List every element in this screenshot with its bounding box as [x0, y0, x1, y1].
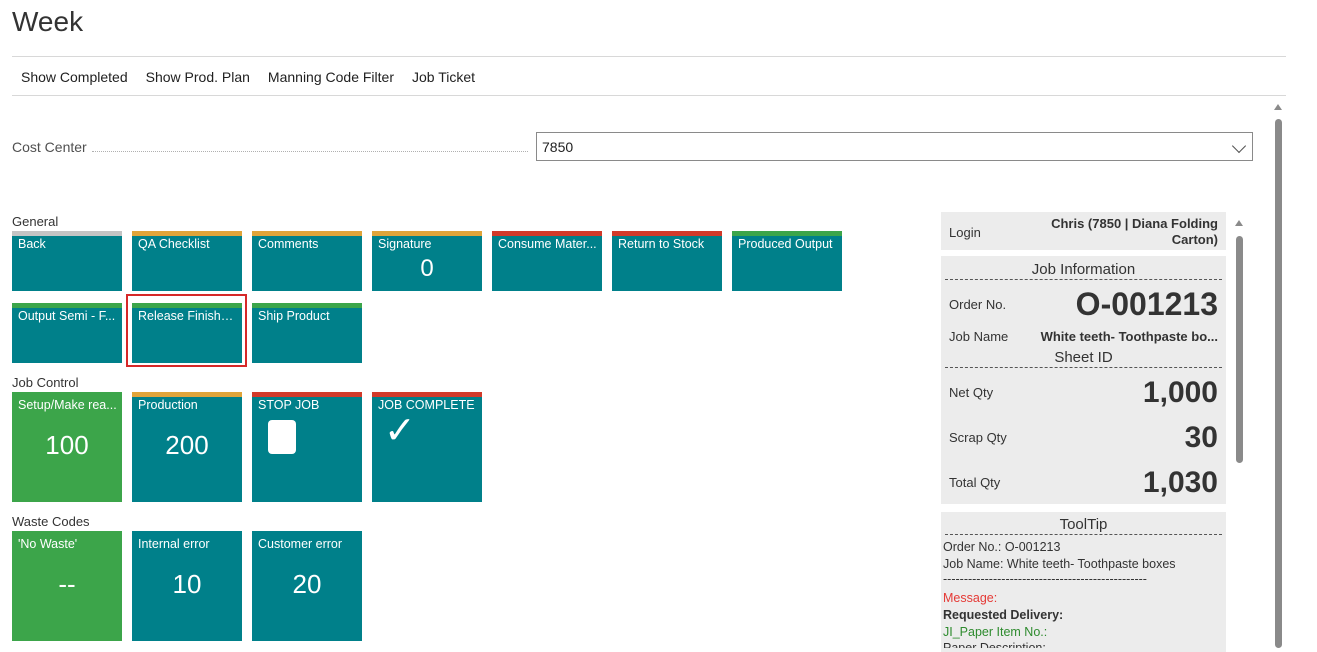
- tile-value: 20: [292, 569, 322, 599]
- cost-center-select[interactable]: 7850: [536, 132, 1253, 161]
- net-qty-label: Net Qty: [949, 385, 994, 400]
- order-no-value: O-001213: [1075, 286, 1218, 322]
- tile-status-bar: [732, 231, 842, 236]
- tile-status-bar: [612, 231, 722, 236]
- tile-output-semi[interactable]: Output Semi - F...: [12, 303, 122, 363]
- tile-signature[interactable]: Signature 0: [372, 231, 482, 291]
- total-qty-value: 1,030: [1142, 466, 1218, 499]
- scrap-qty-label: Scrap Qty: [949, 430, 1007, 445]
- tile-internal-error[interactable]: Internal error 10: [132, 531, 242, 641]
- tile-return-to-stock[interactable]: Return to Stock: [612, 231, 722, 291]
- group-label-general: General: [12, 214, 59, 229]
- sheet-id-title: Sheet ID: [1054, 349, 1113, 366]
- section-divider: [945, 367, 1222, 368]
- tile-label: Consume Mater...: [498, 237, 597, 251]
- tile-status-bar: [252, 392, 362, 397]
- tile-label: Customer error: [258, 537, 343, 551]
- order-no-label: Order No.: [949, 297, 1007, 312]
- tile-status-bar: [252, 231, 362, 236]
- cost-center-value: 7850: [542, 139, 574, 155]
- net-qty-value: 1,000: [1142, 376, 1218, 409]
- tile-label: Back: [18, 237, 46, 251]
- tooltip-title: ToolTip: [1059, 516, 1108, 533]
- tile-stop-job[interactable]: STOP JOB: [252, 392, 362, 502]
- tile-status-bar: [252, 303, 362, 308]
- tile-qa-checklist[interactable]: QA Checklist: [132, 231, 242, 291]
- tooltip-paper-description: Paper Description:: [943, 641, 1046, 648]
- tile-status-bar: [372, 231, 482, 236]
- tile-job-complete[interactable]: JOB COMPLETE ✓: [372, 392, 482, 502]
- tile-status-bar: [12, 303, 122, 308]
- tooltip-order-line: Order No.: O-001213: [943, 540, 1061, 554]
- tooltip-message-label: Message:: [943, 591, 998, 605]
- tile-status-bar: [132, 231, 242, 236]
- job-ticket-action[interactable]: Job Ticket: [403, 69, 484, 85]
- tile-label: Return to Stock: [618, 237, 705, 251]
- tile-setup-make-ready[interactable]: Setup/Make rea... 100: [12, 392, 122, 502]
- tile-label: Produced Output: [738, 237, 833, 251]
- tile-value: 10: [172, 569, 202, 599]
- job-information-title: Job Information: [1031, 261, 1136, 278]
- tile-customer-error[interactable]: Customer error 20: [252, 531, 362, 641]
- tile-label: 'No Waste': [18, 537, 78, 551]
- action-bar: Show Completed Show Prod. Plan Manning C…: [12, 58, 1286, 96]
- tile-label: Production: [138, 398, 198, 412]
- tile-ship-product[interactable]: Ship Product: [252, 303, 362, 363]
- tile-status-bar: [132, 392, 242, 397]
- tile-value: 100: [45, 430, 89, 460]
- tooltip-requested-delivery: Requested Delivery:: [943, 608, 1064, 622]
- login-label: Login: [949, 225, 981, 240]
- cost-center-label: Cost Center: [12, 139, 87, 155]
- tile-label: QA Checklist: [138, 237, 210, 251]
- tooltip-paper-item: JI_Paper Item No.:: [943, 625, 1048, 639]
- job-name-value: White teeth- Toothpaste bo...: [1040, 329, 1218, 344]
- field-dotted-leader: [92, 151, 528, 152]
- job-name-label: Job Name: [949, 329, 1009, 344]
- tile-label: Setup/Make rea...: [18, 398, 117, 412]
- page-scroll-up-arrow[interactable]: [1274, 104, 1282, 110]
- tile-label: Ship Product: [258, 309, 330, 323]
- manning-code-filter-action[interactable]: Manning Code Filter: [259, 69, 403, 85]
- factbox-scroll-up-arrow[interactable]: [1235, 220, 1243, 226]
- tile-produced-output[interactable]: Produced Output: [732, 231, 842, 291]
- show-completed-action[interactable]: Show Completed: [12, 69, 137, 85]
- tile-back[interactable]: Back: [12, 231, 122, 291]
- check-icon: ✓: [384, 410, 416, 452]
- tile-label: STOP JOB: [258, 398, 320, 412]
- tooltip-job-line: Job Name: White teeth- Toothpaste boxes: [943, 557, 1176, 571]
- group-label-job-control: Job Control: [12, 375, 79, 390]
- page-title: Week: [12, 6, 84, 37]
- tooltip-separator: ----------------------------------------…: [943, 572, 1147, 586]
- tile-production[interactable]: Production 200: [132, 392, 242, 502]
- page-scrollbar[interactable]: [1275, 119, 1282, 648]
- tile-status-bar: [492, 231, 602, 236]
- tile-status-bar: [12, 231, 122, 236]
- tooltip-card: ToolTip Order No.: O-001213 Job Name: Wh…: [941, 512, 1226, 652]
- factbox-scrollbar[interactable]: [1236, 236, 1243, 463]
- tile-value: --: [58, 569, 76, 599]
- login-value: Chris (7850 | Diana Folding Carton): [1051, 216, 1218, 247]
- tile-status-bar: [372, 392, 482, 397]
- tile-comments[interactable]: Comments: [252, 231, 362, 291]
- stop-icon: [268, 420, 296, 454]
- tile-no-waste[interactable]: 'No Waste' --: [12, 531, 122, 641]
- tile-value: 200: [165, 430, 209, 460]
- tile-consume-material[interactable]: Consume Mater...: [492, 231, 602, 291]
- login-card: Login Chris (7850 | Diana Folding Carton…: [941, 212, 1226, 250]
- tile-label: Internal error: [138, 537, 210, 551]
- chevron-down-icon[interactable]: [1231, 138, 1247, 154]
- selection-highlight: [126, 294, 247, 367]
- job-information-card: Job Information Order No. O-001213 Job N…: [941, 256, 1226, 504]
- tile-label: Comments: [258, 237, 319, 251]
- tile-label: Output Semi - F...: [18, 309, 116, 323]
- show-prod-plan-action[interactable]: Show Prod. Plan: [137, 69, 259, 85]
- tile-label: Signature: [378, 237, 432, 251]
- total-qty-label: Total Qty: [949, 475, 1001, 490]
- title-divider: [12, 56, 1286, 57]
- group-label-waste-codes: Waste Codes: [12, 514, 90, 529]
- tile-value: 0: [420, 255, 434, 282]
- scrap-qty-value: 30: [1184, 421, 1218, 454]
- section-divider: [945, 534, 1222, 535]
- section-divider: [945, 279, 1222, 280]
